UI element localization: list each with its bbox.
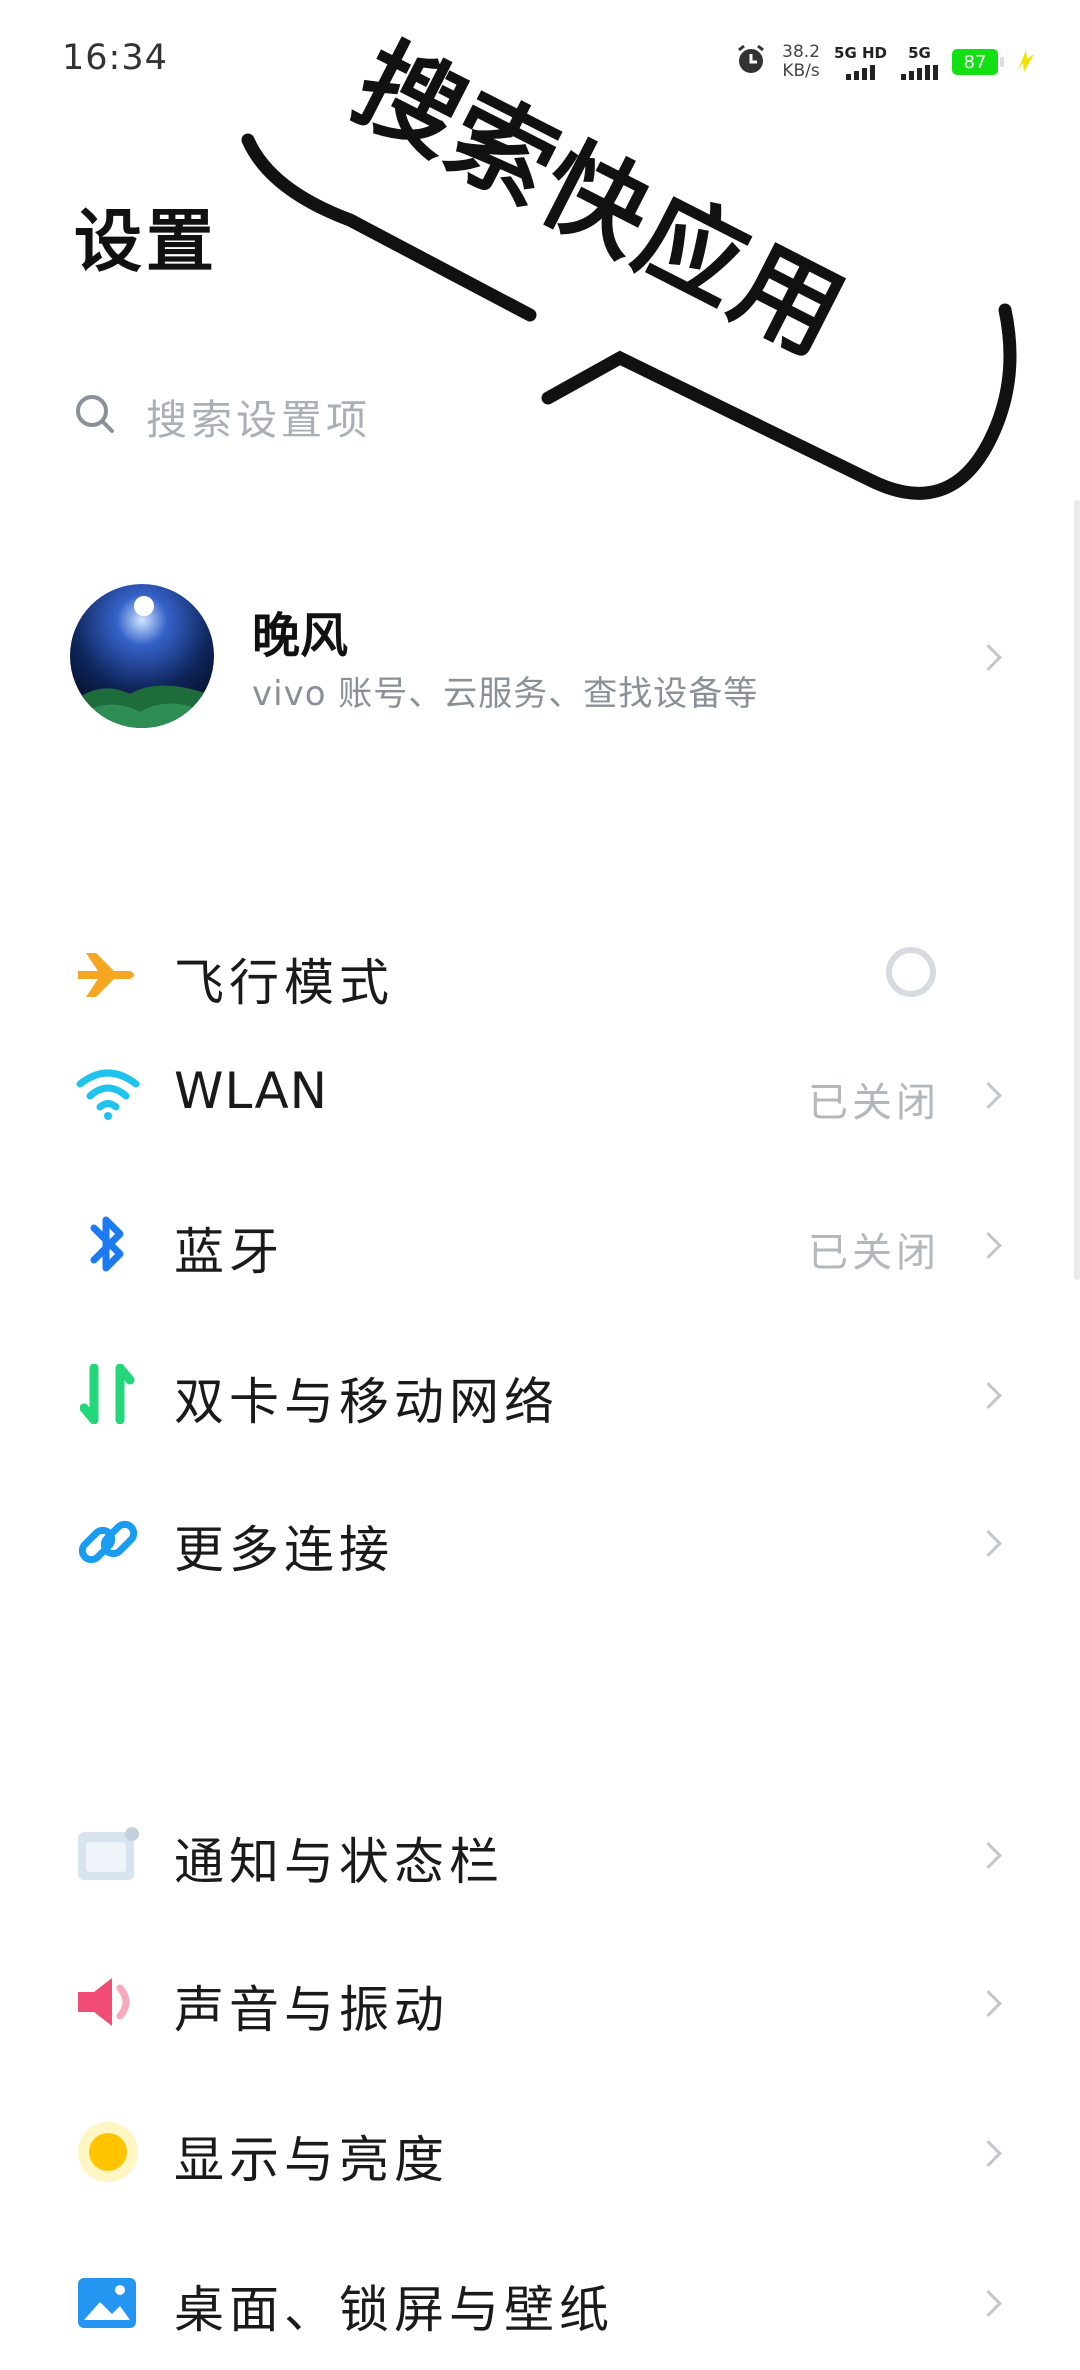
settings-item-wallpaper[interactable]: 桌面、锁屏与壁纸 <box>0 2242 1080 2362</box>
settings-item-display[interactable]: 显示与亮度 <box>0 2092 1080 2212</box>
wifi-icon <box>72 1064 144 1124</box>
settings-item-label: 飞行模式 <box>174 954 394 1012</box>
settings-item-label: 更多连接 <box>174 1521 394 1579</box>
link-icon <box>72 1512 144 1572</box>
settings-item-dual-sim[interactable]: 双卡与移动网络 <box>0 1334 1080 1454</box>
chevron-right-icon <box>975 644 1002 671</box>
wallpaper-icon <box>72 2272 144 2332</box>
search-input[interactable]: 搜索设置项 <box>72 380 1012 452</box>
bluetooth-status: 已关闭 <box>808 1230 940 1276</box>
settings-item-more-connections[interactable]: 更多连接 <box>0 1482 1080 1602</box>
settings-item-notifications[interactable]: 通知与状态栏 <box>0 1794 1080 1914</box>
chevron-right-icon <box>975 1232 1002 1259</box>
wlan-status: 已关闭 <box>808 1080 940 1126</box>
settings-item-sound[interactable]: 声音与振动 <box>0 1942 1080 2062</box>
settings-item-label: 通知与状态栏 <box>174 1833 504 1891</box>
account-row[interactable]: 晚风 vivo 账号、云服务、查找设备等 <box>0 560 1080 750</box>
avatar <box>70 584 214 728</box>
account-subtitle: vivo 账号、云服务、查找设备等 <box>252 674 759 714</box>
settings-item-label: WLAN <box>174 1062 329 1120</box>
search-icon <box>72 391 118 441</box>
settings-item-wlan[interactable]: WLAN 已关闭 <box>0 1034 1080 1154</box>
chevron-right-icon <box>975 2290 1002 2317</box>
mobile-data-icon <box>72 1364 144 1424</box>
notification-icon <box>72 1824 144 1884</box>
chevron-right-icon <box>975 1842 1002 1869</box>
search-placeholder: 搜索设置项 <box>146 396 371 444</box>
airplane-mode-toggle[interactable] <box>886 947 936 997</box>
settings-item-label: 双卡与移动网络 <box>174 1373 559 1431</box>
settings-item-label: 显示与亮度 <box>174 2131 449 2189</box>
status-time: 16:34 <box>62 38 168 78</box>
scrollbar[interactable] <box>1074 500 1080 1280</box>
settings-item-label: 声音与振动 <box>174 1981 449 2039</box>
speaker-icon <box>72 1972 144 2032</box>
chevron-right-icon <box>975 1382 1002 1409</box>
settings-item-label: 蓝牙 <box>174 1223 284 1281</box>
bluetooth-icon <box>72 1214 144 1274</box>
page-title: 设置 <box>74 202 219 282</box>
chevron-right-icon <box>975 1990 1002 2017</box>
account-name: 晚风 <box>252 608 349 664</box>
settings-item-airplane-mode[interactable]: 飞行模式 <box>0 915 1080 1035</box>
airplane-icon <box>72 945 144 1005</box>
settings-item-label: 桌面、锁屏与壁纸 <box>174 2281 614 2339</box>
settings-item-bluetooth[interactable]: 蓝牙 已关闭 <box>0 1184 1080 1304</box>
chevron-right-icon <box>975 1082 1002 1109</box>
chevron-right-icon <box>975 2140 1002 2167</box>
brightness-icon <box>72 2122 144 2182</box>
chevron-right-icon <box>975 1530 1002 1557</box>
